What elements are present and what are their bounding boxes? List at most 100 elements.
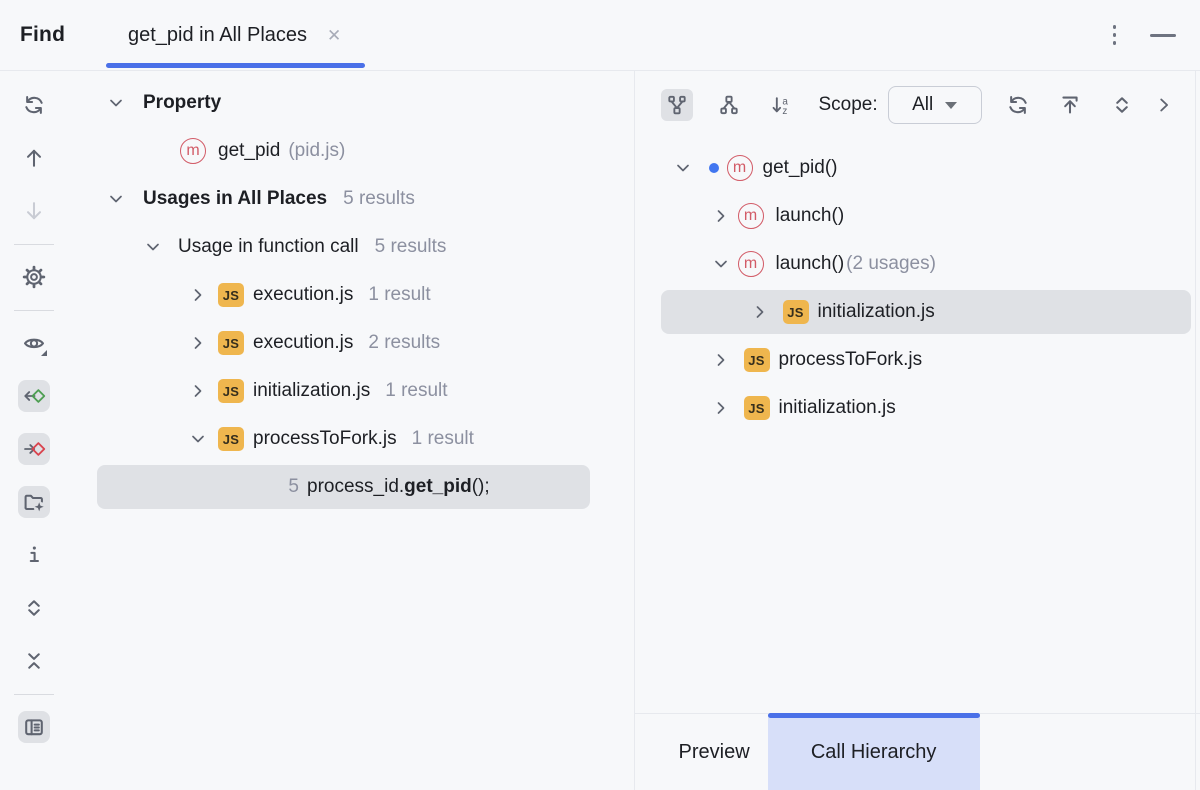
- element-label: get_pid: [218, 140, 280, 162]
- tree-row-target[interactable]: m get_pid (pid.js): [68, 127, 634, 175]
- chevron-right-icon[interactable]: [709, 204, 733, 228]
- tree-row-usages-group[interactable]: Usages in All Places 5 results: [68, 175, 634, 223]
- chevron-down-icon[interactable]: [186, 427, 210, 451]
- next-occurrence-icon[interactable]: [18, 195, 50, 227]
- sort-alphabetically-icon[interactable]: a z: [765, 89, 797, 121]
- js-file-icon: JS: [744, 348, 770, 372]
- left-toolbar: [0, 71, 68, 790]
- chevron-right-icon[interactable]: [709, 396, 733, 420]
- tab-preview[interactable]: Preview: [661, 714, 768, 790]
- tree-row-file[interactable]: JS processToFork.js: [635, 336, 1200, 384]
- refresh-icon[interactable]: [1002, 89, 1034, 121]
- selected-node[interactable]: JS initialization.js: [661, 290, 1191, 334]
- hierarchy-toolbar: a z Scope: All: [661, 86, 1200, 124]
- js-file-icon: JS: [744, 396, 770, 420]
- tree-row-file[interactable]: JS initialization.js 1 result: [68, 367, 634, 415]
- chevron-down-icon[interactable]: [141, 235, 165, 259]
- tree-row-file[interactable]: JS processToFork.js 1 result: [68, 415, 634, 463]
- tree-row-root-method[interactable]: m get_pid(): [635, 144, 1200, 192]
- tree-row-code-match[interactable]: 5 process_id.get_pid();: [68, 463, 634, 511]
- result-count: 1 result: [368, 284, 430, 306]
- tab-label: Call Hierarchy: [811, 741, 937, 764]
- tree-row-property[interactable]: Property: [68, 79, 634, 127]
- tree-row-file[interactable]: JS initialization.js: [635, 384, 1200, 429]
- export-icon[interactable]: [1054, 89, 1086, 121]
- js-file-icon: JS: [218, 283, 244, 307]
- result-count: 1 result: [412, 428, 474, 450]
- selected-code-line[interactable]: 5 process_id.get_pid();: [97, 465, 590, 509]
- collapse-all-icon[interactable]: [18, 645, 50, 677]
- select-in-source-icon[interactable]: [18, 433, 50, 465]
- jump-to-source-icon[interactable]: [18, 380, 50, 412]
- js-file-icon: JS: [218, 427, 244, 451]
- tab-label: get_pid in All Places: [128, 24, 307, 47]
- settings-gear-icon[interactable]: [18, 261, 50, 293]
- header-actions: [1109, 0, 1177, 70]
- file-suffix: (pid.js): [288, 140, 345, 162]
- chevron-right-icon[interactable]: [186, 331, 210, 355]
- tree-row-file[interactable]: JS execution.js 2 results: [68, 319, 634, 367]
- preview-eye-icon[interactable]: [18, 327, 50, 359]
- chevron-down-icon[interactable]: [671, 156, 695, 180]
- tree-row-method[interactable]: m launch(): [635, 192, 1200, 240]
- chevron-down-icon[interactable]: [104, 91, 128, 115]
- node-label: get_pid(): [763, 157, 838, 179]
- chevron-right-icon[interactable]: [709, 348, 733, 372]
- tab-call-hierarchy[interactable]: Call Hierarchy: [768, 714, 980, 790]
- find-tool-window: Find get_pid in All Places ✕: [0, 0, 1200, 790]
- window-title: Find: [20, 23, 65, 47]
- js-file-icon: JS: [218, 379, 244, 403]
- chevron-right-icon[interactable]: [748, 300, 772, 324]
- file-label: execution.js: [253, 284, 353, 306]
- search-result-tab[interactable]: get_pid in All Places ✕: [106, 0, 365, 70]
- chevron-down-icon[interactable]: [104, 187, 128, 211]
- expand-chevrons-icon[interactable]: [1106, 89, 1138, 121]
- close-icon[interactable]: ✕: [327, 27, 341, 44]
- tree-row-usage-type[interactable]: Usage in function call 5 results: [68, 223, 634, 271]
- toolbar-divider: [14, 694, 54, 695]
- group-label: Property: [143, 92, 221, 114]
- callee-hierarchy-icon[interactable]: [713, 89, 745, 121]
- tree-row-method[interactable]: m launch() (2 usages): [635, 240, 1200, 288]
- node-label: processToFork.js: [779, 349, 923, 371]
- chevron-down-icon[interactable]: [709, 252, 733, 276]
- result-count: 5 results: [375, 236, 447, 258]
- method-icon: m: [180, 138, 206, 164]
- chevron-right-icon[interactable]: [186, 379, 210, 403]
- toolbar-divider: [14, 244, 54, 245]
- node-label: launch(): [776, 205, 845, 227]
- tree-row-file-selected[interactable]: JS initialization.js: [635, 288, 1200, 336]
- file-label: processToFork.js: [253, 428, 397, 450]
- call-hierarchy-panel: a z Scope: All: [635, 71, 1200, 790]
- usages-tree: Property m get_pid (pid.js) Usages in Al…: [68, 71, 634, 790]
- scope-value: All: [912, 94, 933, 116]
- tab-label: Preview: [679, 741, 750, 764]
- chevron-right-icon[interactable]: [186, 283, 210, 307]
- previous-occurrence-icon[interactable]: [18, 142, 50, 174]
- node-label: initialization.js: [779, 397, 896, 419]
- rerun-icon[interactable]: [18, 89, 50, 121]
- more-options-icon[interactable]: [1109, 21, 1121, 49]
- chevron-right-icon[interactable]: [1148, 89, 1180, 121]
- minimize-icon[interactable]: [1150, 34, 1176, 37]
- code-text: process_id.get_pid();: [307, 476, 490, 498]
- expand-all-icon[interactable]: [18, 592, 50, 624]
- result-count: 5 results: [343, 188, 415, 210]
- tree-row-file[interactable]: JS execution.js 1 result: [68, 271, 634, 319]
- js-file-icon: JS: [218, 331, 244, 355]
- caller-hierarchy-icon[interactable]: [661, 89, 693, 121]
- result-count: 2 results: [368, 332, 440, 354]
- js-file-icon: JS: [783, 300, 809, 324]
- info-icon[interactable]: [18, 539, 50, 571]
- preview-layout-icon[interactable]: [18, 711, 50, 743]
- dropdown-arrow-icon: [945, 102, 957, 109]
- line-number: 5: [283, 476, 299, 498]
- svg-text:z: z: [782, 106, 787, 116]
- scope-dropdown[interactable]: All: [888, 86, 982, 124]
- open-in-new-tab-icon[interactable]: [18, 486, 50, 518]
- method-icon: m: [727, 155, 753, 181]
- node-label: launch(): [776, 253, 845, 275]
- method-icon: m: [738, 251, 764, 277]
- usage-count: (2 usages): [846, 253, 936, 275]
- scope-label: Scope:: [819, 94, 878, 116]
